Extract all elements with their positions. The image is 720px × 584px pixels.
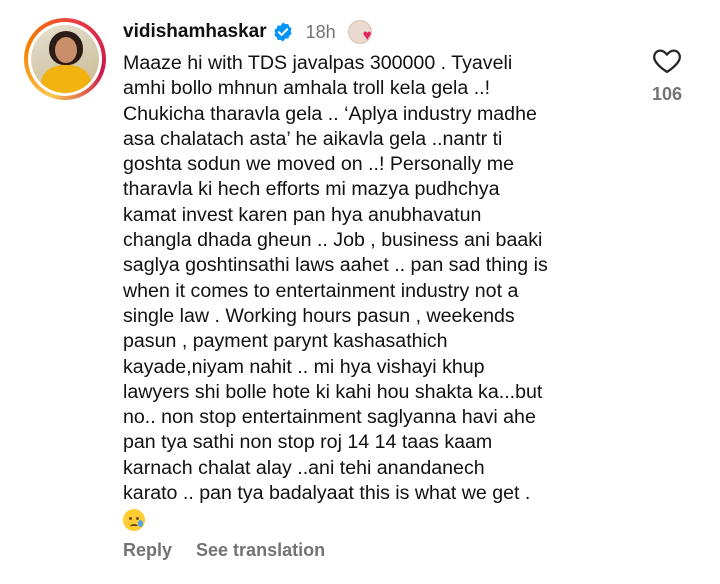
- avatar[interactable]: [31, 25, 99, 93]
- comment-line: Maaze hi with TDS javalpas 300000 . Tyav…: [123, 52, 513, 74]
- comment-line: Chukicha tharavla gela .. ‘Aplya industr…: [123, 102, 537, 125]
- comment-line: goshta sodun we moved on ..! Personally …: [123, 153, 515, 176]
- comment-line: saglya goshtinsathi laws aahet .. pan sa…: [123, 254, 548, 277]
- emoji-mouth: [130, 524, 138, 529]
- comment-line: no.. non stop entertainment saglyanna ha…: [123, 406, 536, 429]
- creator-liked-icon: ♥: [347, 19, 378, 45]
- comment-line: kamat invest karen pan hya anubhavatun: [123, 203, 482, 226]
- comment-line: pan tya sathi non stop roj 14 14 taas ka…: [123, 431, 493, 454]
- comment-line: amhi bollo mhnun amhala troll kela gela …: [123, 77, 491, 100]
- emoji-tear: [138, 520, 143, 528]
- avatar-body-shape: [41, 65, 91, 93]
- avatar-story-ring[interactable]: [24, 18, 106, 100]
- comment-line: pasun , payment parynt kashasathich: [123, 330, 448, 353]
- comment-line: kayade,niyam nahit .. mi hya vishayi khu…: [123, 355, 485, 378]
- avatar-gap: [28, 22, 102, 96]
- like-area: 106: [645, 46, 689, 105]
- see-translation-button[interactable]: See translation: [196, 540, 325, 561]
- comment-text: Maaze hi with TDS javalpas 300000 . Tyav…: [123, 51, 623, 532]
- comment-header: vidishamhaskar 18h ♥: [123, 18, 378, 46]
- heart-icon: ♥: [362, 27, 372, 44]
- reply-button[interactable]: Reply: [123, 540, 172, 561]
- verified-badge-icon: [274, 22, 292, 42]
- comment-line: karato .. pan tya badalyaat this is what…: [123, 482, 531, 505]
- comment-line: asa chalatach asta’ he aikavla gela ..na…: [123, 127, 503, 150]
- comment-line: single law . Working hours pasun , weeke…: [123, 304, 515, 327]
- avatar-face-shape: [55, 37, 77, 63]
- username-link[interactable]: vidishamhaskar: [123, 21, 267, 43]
- comment-emoji-line: [123, 506, 623, 532]
- like-count: 106: [651, 84, 683, 104]
- heart-outline-icon[interactable]: [652, 46, 682, 74]
- comment-actions: Reply See translation: [123, 540, 325, 561]
- crying-face-icon: [123, 509, 145, 532]
- timestamp: 18h: [305, 21, 336, 42]
- emoji-eye: [129, 517, 132, 521]
- comment-line: karnach chalat alay ..ani tehi anandanec…: [123, 456, 485, 479]
- comment-line: lawyers shi bolle hote ki kahi hou shakt…: [123, 380, 543, 403]
- comment-line: tharavla ki hech efforts mi mazya pudhch…: [123, 178, 500, 201]
- comment-line: changla dhada gheun .. Job , business an…: [123, 229, 543, 252]
- comment-line: when it comes to entertainment industry …: [123, 279, 519, 302]
